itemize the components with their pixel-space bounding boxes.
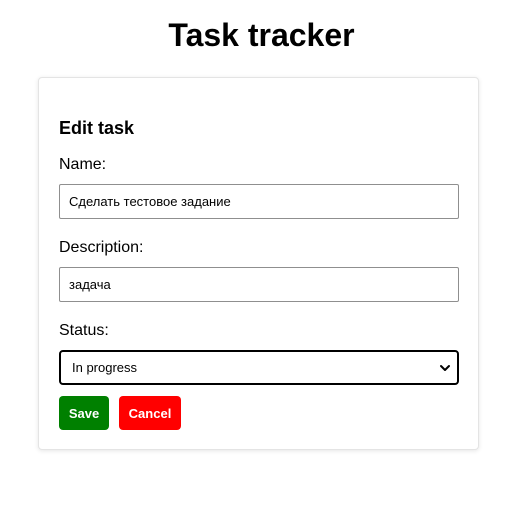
cancel-button[interactable]: Cancel xyxy=(119,396,181,430)
status-select[interactable]: In progress xyxy=(59,350,459,385)
name-label: Name: xyxy=(59,156,107,173)
status-selected-value: In progress xyxy=(72,360,138,375)
edit-task-card: Edit task Name: Description: Status: In … xyxy=(38,77,479,450)
description-input[interactable] xyxy=(59,267,459,302)
form-title: Edit task xyxy=(59,118,135,138)
chevron-down-icon xyxy=(440,365,450,371)
description-label: Description: xyxy=(59,239,144,256)
page-title: Task tracker xyxy=(168,17,355,53)
save-button[interactable]: Save xyxy=(59,396,109,430)
name-input[interactable] xyxy=(59,184,459,219)
status-label: Status: xyxy=(59,322,109,339)
